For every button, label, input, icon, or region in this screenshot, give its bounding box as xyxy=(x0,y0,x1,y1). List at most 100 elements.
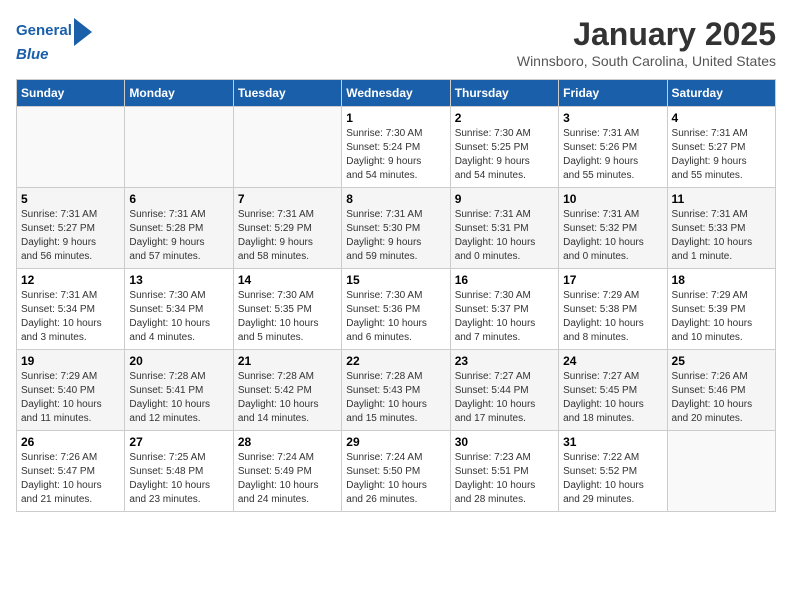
day-info: Sunrise: 7:29 AMSunset: 5:40 PMDaylight:… xyxy=(21,370,120,426)
day-number: 14 xyxy=(238,273,337,287)
day-number: 26 xyxy=(21,435,120,449)
day-info: Sunrise: 7:28 AMSunset: 5:42 PMDaylight:… xyxy=(238,370,337,426)
calendar-body: 1Sunrise: 7:30 AMSunset: 5:24 PMDaylight… xyxy=(17,107,776,512)
day-number: 22 xyxy=(346,354,445,368)
calendar-subtitle: Winnsboro, South Carolina, United States xyxy=(517,53,776,69)
cell-week5-day3: 29 Sunrise: 7:24 AMSunset: 5:50 PMDayligh… xyxy=(342,431,450,512)
day-info: Sunrise: 7:29 AMSunset: 5:38 PMDaylight:… xyxy=(563,289,662,345)
logo-text-blue: Blue xyxy=(16,46,92,64)
cell-week2-day4: 9Sunrise: 7:31 AMSunset: 5:31 PMDaylight… xyxy=(450,188,558,269)
cell-week5-day2: 28Sunrise: 7:24 AMSunset: 5:49 PMDayligh… xyxy=(233,431,341,512)
day-info: Sunrise: 7:29 AMSunset: 5:39 PMDaylight:… xyxy=(672,289,771,345)
cell-week1-day1 xyxy=(125,107,233,188)
day-number: 6 xyxy=(129,192,228,206)
day-info: Sunrise: 7:31 AMSunset: 5:26 PMDaylight:… xyxy=(563,127,662,183)
day-number: 12 xyxy=(21,273,120,287)
day-info: Sunrise: 7:27 AMSunset: 5:44 PMDaylight:… xyxy=(455,370,554,426)
header-sunday: Sunday xyxy=(17,80,125,107)
cell-week3-day1: 13Sunrise: 7:30 AMSunset: 5:34 PMDayligh… xyxy=(125,269,233,350)
week-row-1: 1Sunrise: 7:30 AMSunset: 5:24 PMDaylight… xyxy=(17,107,776,188)
cell-week1-day0 xyxy=(17,107,125,188)
page-header: General Blue January 2025 Winnsboro, Sou… xyxy=(16,16,776,69)
header-wednesday: Wednesday xyxy=(342,80,450,107)
day-number: 21 xyxy=(238,354,337,368)
cell-week2-day6: 11 Sunrise: 7:31 AMSunset: 5:33 PMDayligh… xyxy=(667,188,775,269)
day-number: 11 xyxy=(672,192,771,206)
day-number: 5 xyxy=(21,192,120,206)
day-info: Sunrise: 7:26 AMSunset: 5:46 PMDaylight:… xyxy=(672,370,771,426)
title-block: January 2025 Winnsboro, South Carolina, … xyxy=(517,16,776,69)
cell-week1-day5: 3 Sunrise: 7:31 AMSunset: 5:26 PMDaylight… xyxy=(559,107,667,188)
day-info: Sunrise: 7:30 AMSunset: 5:34 PMDaylight:… xyxy=(129,289,228,345)
cell-week1-day4: 2 Sunrise: 7:30 AMSunset: 5:25 PMDaylight… xyxy=(450,107,558,188)
day-info: Sunrise: 7:27 AMSunset: 5:45 PMDaylight:… xyxy=(563,370,662,426)
calendar-title: January 2025 xyxy=(517,16,776,53)
cell-week4-day3: 22 Sunrise: 7:28 AMSunset: 5:43 PMDayligh… xyxy=(342,350,450,431)
day-number: 25 xyxy=(672,354,771,368)
day-info: Sunrise: 7:28 AMSunset: 5:41 PMDaylight:… xyxy=(129,370,228,426)
cell-week1-day6: 4 Sunrise: 7:31 AMSunset: 5:27 PMDaylight… xyxy=(667,107,775,188)
logo-arrow-icon xyxy=(74,18,92,46)
day-info: Sunrise: 7:30 AMSunset: 5:25 PMDaylight:… xyxy=(455,127,554,183)
cell-week5-day5: 31Sunrise: 7:22 AMSunset: 5:52 PMDayligh… xyxy=(559,431,667,512)
day-number: 3 xyxy=(563,111,662,125)
cell-week2-day1: 6 Sunrise: 7:31 AMSunset: 5:28 PMDaylight… xyxy=(125,188,233,269)
cell-week1-day3: 1Sunrise: 7:30 AMSunset: 5:24 PMDaylight… xyxy=(342,107,450,188)
day-number: 15 xyxy=(346,273,445,287)
header-tuesday: Tuesday xyxy=(233,80,341,107)
day-number: 20 xyxy=(129,354,228,368)
day-number: 24 xyxy=(563,354,662,368)
cell-week2-day2: 7Sunrise: 7:31 AMSunset: 5:29 PMDaylight… xyxy=(233,188,341,269)
logo: General Blue xyxy=(16,16,92,64)
week-row-3: 12 Sunrise: 7:31 AMSunset: 5:34 PMDayligh… xyxy=(17,269,776,350)
day-number: 9 xyxy=(455,192,554,206)
cell-week3-day3: 15 Sunrise: 7:30 AMSunset: 5:36 PMDayligh… xyxy=(342,269,450,350)
day-number: 30 xyxy=(455,435,554,449)
cell-week2-day3: 8 Sunrise: 7:31 AMSunset: 5:30 PMDaylight… xyxy=(342,188,450,269)
calendar-table: SundayMondayTuesdayWednesdayThursdayFrid… xyxy=(16,79,776,512)
cell-week3-day4: 16 Sunrise: 7:30 AMSunset: 5:37 PMDayligh… xyxy=(450,269,558,350)
day-number: 23 xyxy=(455,354,554,368)
day-number: 16 xyxy=(455,273,554,287)
cell-week4-day1: 20 Sunrise: 7:28 AMSunset: 5:41 PMDayligh… xyxy=(125,350,233,431)
calendar-header-row: SundayMondayTuesdayWednesdayThursdayFrid… xyxy=(17,80,776,107)
day-info: Sunrise: 7:31 AMSunset: 5:33 PMDaylight:… xyxy=(672,208,771,264)
cell-week4-day5: 24 Sunrise: 7:27 AMSunset: 5:45 PMDayligh… xyxy=(559,350,667,431)
day-info: Sunrise: 7:24 AMSunset: 5:49 PMDaylight:… xyxy=(238,451,337,507)
day-number: 2 xyxy=(455,111,554,125)
day-number: 8 xyxy=(346,192,445,206)
day-info: Sunrise: 7:31 AMSunset: 5:30 PMDaylight:… xyxy=(346,208,445,264)
logo-text-general: General xyxy=(16,22,72,40)
header-monday: Monday xyxy=(125,80,233,107)
cell-week2-day5: 10Sunrise: 7:31 AMSunset: 5:32 PMDayligh… xyxy=(559,188,667,269)
day-number: 1 xyxy=(346,111,445,125)
cell-week4-day6: 25 Sunrise: 7:26 AMSunset: 5:46 PMDayligh… xyxy=(667,350,775,431)
day-info: Sunrise: 7:31 AMSunset: 5:27 PMDaylight:… xyxy=(672,127,771,183)
cell-week4-day2: 21 Sunrise: 7:28 AMSunset: 5:42 PMDayligh… xyxy=(233,350,341,431)
day-number: 19 xyxy=(21,354,120,368)
day-number: 4 xyxy=(672,111,771,125)
day-info: Sunrise: 7:31 AMSunset: 5:27 PMDaylight:… xyxy=(21,208,120,264)
day-info: Sunrise: 7:31 AMSunset: 5:34 PMDaylight:… xyxy=(21,289,120,345)
cell-week5-day1: 27Sunrise: 7:25 AMSunset: 5:48 PMDayligh… xyxy=(125,431,233,512)
cell-week3-day5: 17 Sunrise: 7:29 AMSunset: 5:38 PMDayligh… xyxy=(559,269,667,350)
day-info: Sunrise: 7:31 AMSunset: 5:29 PMDaylight:… xyxy=(238,208,337,264)
day-info: Sunrise: 7:30 AMSunset: 5:37 PMDaylight:… xyxy=(455,289,554,345)
day-info: Sunrise: 7:24 AMSunset: 5:50 PMDaylight:… xyxy=(346,451,445,507)
day-info: Sunrise: 7:28 AMSunset: 5:43 PMDaylight:… xyxy=(346,370,445,426)
day-info: Sunrise: 7:31 AMSunset: 5:28 PMDaylight:… xyxy=(129,208,228,264)
cell-week3-day0: 12 Sunrise: 7:31 AMSunset: 5:34 PMDayligh… xyxy=(17,269,125,350)
cell-week4-day0: 19 Sunrise: 7:29 AMSunset: 5:40 PMDayligh… xyxy=(17,350,125,431)
day-info: Sunrise: 7:22 AMSunset: 5:52 PMDaylight:… xyxy=(563,451,662,507)
day-number: 17 xyxy=(563,273,662,287)
day-info: Sunrise: 7:30 AMSunset: 5:36 PMDaylight:… xyxy=(346,289,445,345)
week-row-5: 26Sunrise: 7:26 AMSunset: 5:47 PMDayligh… xyxy=(17,431,776,512)
day-info: Sunrise: 7:23 AMSunset: 5:51 PMDaylight:… xyxy=(455,451,554,507)
cell-week3-day2: 14Sunrise: 7:30 AMSunset: 5:35 PMDayligh… xyxy=(233,269,341,350)
day-number: 29 xyxy=(346,435,445,449)
week-row-2: 5 Sunrise: 7:31 AMSunset: 5:27 PMDaylight… xyxy=(17,188,776,269)
header-friday: Friday xyxy=(559,80,667,107)
cell-week5-day0: 26Sunrise: 7:26 AMSunset: 5:47 PMDayligh… xyxy=(17,431,125,512)
cell-week3-day6: 18Sunrise: 7:29 AMSunset: 5:39 PMDayligh… xyxy=(667,269,775,350)
day-info: Sunrise: 7:25 AMSunset: 5:48 PMDaylight:… xyxy=(129,451,228,507)
